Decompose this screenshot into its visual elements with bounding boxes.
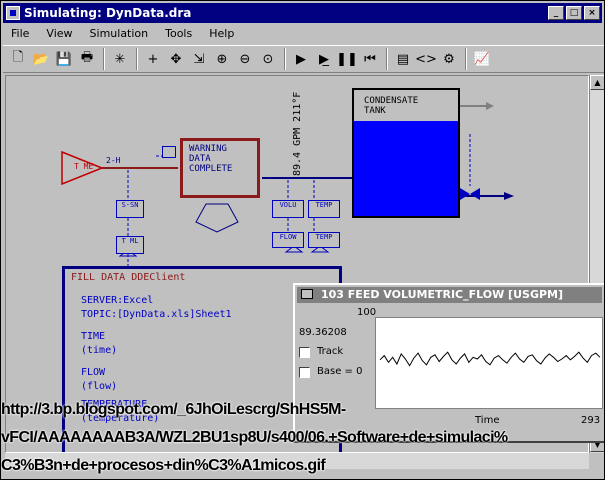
menu-view[interactable]: View xyxy=(38,25,81,43)
trend-window-icon[interactable] xyxy=(301,289,313,299)
dde-time-value: (time) xyxy=(81,345,118,356)
dde-flow-value: (flow) xyxy=(81,381,118,392)
settings-icon[interactable]: ⚙ xyxy=(438,48,460,70)
zoom-fit-icon[interactable]: ⊙ xyxy=(257,48,279,70)
vent-arrow-icon xyxy=(486,102,494,110)
toolbar-separator xyxy=(136,48,138,70)
trend-ymax: 100 xyxy=(357,307,377,318)
title-bar: Simulating: DynData.dra _ □ × xyxy=(3,3,602,23)
overlay-url-line-2: vFCI/AAAAAAAAB3A/WZL2BU1sp8U/s400/06.+So… xyxy=(1,429,508,446)
app-icon[interactable] xyxy=(6,6,20,20)
dde-flow-label: FLOW xyxy=(81,367,106,378)
pause-icon[interactable]: ❚❚ xyxy=(336,48,358,70)
burst-icon[interactable]: ✳ xyxy=(109,48,131,70)
trend-current-value: 89.36208 xyxy=(299,327,347,338)
zoom-out-icon[interactable]: ⊖ xyxy=(234,48,256,70)
code-icon[interactable]: <> xyxy=(415,48,437,70)
run-icon[interactable]: ▶ xyxy=(290,48,312,70)
tag-s-sn[interactable]: S-SN xyxy=(116,200,144,218)
trend-title-bar[interactable]: 103 FEED VOLUMETRIC_FLOW [USGPM] xyxy=(297,287,602,303)
scroll-up-icon[interactable]: ▲ xyxy=(590,75,604,90)
move-icon[interactable]: ✥ xyxy=(165,48,187,70)
trend-icon[interactable]: 📈 xyxy=(471,48,493,70)
vertical-readout: 89.4 GPM 211°F xyxy=(292,91,303,176)
toolbar-separator xyxy=(386,48,388,70)
open-icon[interactable]: 📂 xyxy=(30,48,52,70)
base-zero-checkbox[interactable] xyxy=(299,367,310,378)
toolbar: 🗋 📂 💾 🖶 ✳ + ✥ ⇲ ⊕ ⊖ ⊙ ▶ ▶̲ ❚❚ ⏮ ▤ <> ⚙ 📈 xyxy=(3,45,604,73)
minimize-button[interactable]: _ xyxy=(548,6,564,20)
condensate-tank[interactable]: CONDENSATE TANK xyxy=(352,88,460,218)
menu-help[interactable]: Help xyxy=(201,25,243,43)
menu-file[interactable]: File xyxy=(3,25,38,43)
chart-window-icon[interactable]: ▤ xyxy=(392,48,414,70)
dde-time-label: TIME xyxy=(81,331,106,342)
dde-server: SERVER:Excel xyxy=(81,295,154,306)
trend-x-label: Time xyxy=(475,415,500,426)
flow-marker: 2-H xyxy=(106,156,121,165)
reset-icon[interactable]: ⏮ xyxy=(359,48,381,70)
valve-icon[interactable] xyxy=(460,188,470,200)
track-checkbox[interactable] xyxy=(299,347,310,358)
toolbar-separator xyxy=(103,48,105,70)
maximize-button[interactable]: □ xyxy=(566,6,582,20)
tag-temp[interactable]: TEMP xyxy=(308,200,340,218)
save-icon[interactable]: 💾 xyxy=(53,48,75,70)
small-tag[interactable] xyxy=(162,146,176,158)
tag-t-ml[interactable]: T ML xyxy=(116,236,144,254)
window-title: Simulating: DynData.dra xyxy=(24,6,192,20)
toolbar-separator xyxy=(284,48,286,70)
toolbar-separator xyxy=(465,48,467,70)
print-icon[interactable]: 🖶 xyxy=(76,48,98,70)
track-label: Track xyxy=(317,346,344,357)
menu-bar: File View Simulation Tools Help xyxy=(3,25,243,43)
crosshair-icon[interactable]: + xyxy=(142,48,164,70)
new-icon[interactable]: 🗋 xyxy=(7,48,29,70)
connect-icon[interactable]: ⇲ xyxy=(188,48,210,70)
menu-simulation[interactable]: Simulation xyxy=(82,25,158,43)
dde-topic: TOPIC:[DynData.xls]Sheet1 xyxy=(81,309,232,320)
tag-volu[interactable]: VOLU xyxy=(272,200,304,218)
zoom-in-icon[interactable]: ⊕ xyxy=(211,48,233,70)
trend-title: 103 FEED VOLUMETRIC_FLOW [USGPM] xyxy=(321,288,564,301)
logic-block-shape[interactable] xyxy=(195,203,239,233)
trend-series-line xyxy=(379,351,601,367)
outlet-arrow-icon xyxy=(504,192,514,200)
trend-x-value: 293 xyxy=(581,415,601,426)
tag-temp-2[interactable]: TEMP xyxy=(308,232,340,248)
dde-header: FILL DATA DDEClient xyxy=(71,272,186,283)
overlay-url-line-3: C3%B3n+de+procesos+din%C3%A1micos.gif xyxy=(1,457,326,474)
base-zero-label: Base = 0 xyxy=(317,366,363,377)
warning-block[interactable]: WARNING DATA COMPLETE xyxy=(180,138,260,198)
step-icon[interactable]: ▶̲ xyxy=(313,48,335,70)
overlay-url-line-1: http://3.bp.blogspot.com/_6JhOiLescrg/Sh… xyxy=(1,401,346,418)
close-button[interactable]: × xyxy=(584,6,600,20)
menu-tools[interactable]: Tools xyxy=(157,25,201,43)
tag-flow[interactable]: FLOW xyxy=(272,232,304,248)
valve-icon[interactable] xyxy=(470,188,480,200)
application-window: Simulating: DynData.dra _ □ × File View … xyxy=(0,0,605,480)
trend-plot xyxy=(375,317,603,409)
transmitter-label: T ME xyxy=(74,162,94,171)
tank-level-fill xyxy=(354,121,458,216)
tank-label: CONDENSATE TANK xyxy=(364,96,419,116)
